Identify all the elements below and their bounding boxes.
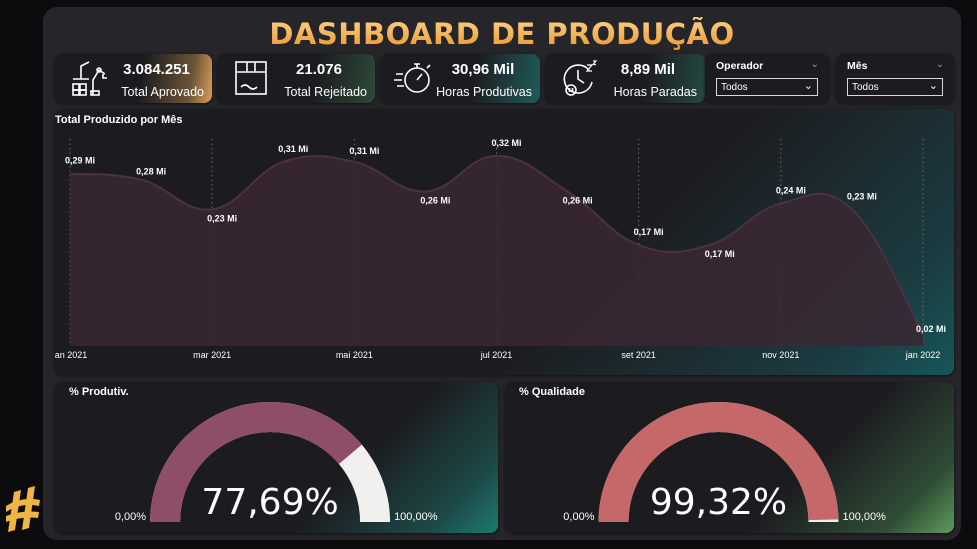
page-title: DASHBOARD DE PRODUÇÃO [43,17,961,51]
gauge-value: 77,69% [201,482,338,523]
kpi-label: Horas Produtivas [436,85,532,99]
data-point[interactable] [209,206,215,212]
filter-operador[interactable]: Operador ⌄ Todos ⌄ [705,54,829,103]
x-tick-label: jan 2021 [55,350,87,360]
gauge-qualidade[interactable]: % Qualidade 99,32% 0,00% 100,00% [505,382,954,533]
chevron-down-icon[interactable]: ⌄ [936,59,944,70]
data-label: 0,23 Mi [207,213,237,223]
brand-logo [6,486,40,532]
data-label: 0,32 Mi [491,138,521,148]
kpi-value: 3.084.251 [123,61,190,78]
data-label: 0,26 Mi [563,196,593,206]
kpi-horas-produtivas[interactable]: 30,96 Mil Horas Produtivas [380,54,540,103]
data-point[interactable] [636,242,642,248]
data-label: 0,17 Mi [634,227,664,237]
gauge-plot: 77,69% 0,00% 100,00% [115,401,438,523]
data-label: 0,28 Mi [136,167,166,177]
data-point[interactable] [707,242,713,248]
data-label: 0,23 Mi [847,191,877,201]
data-label: 0,24 Mi [776,185,806,195]
kpi-label: Total Aprovado [121,85,204,99]
data-point[interactable] [494,153,500,159]
x-tick-label: mai 2021 [336,350,373,360]
stopwatch-icon [394,63,431,93]
kpi-value: 30,96 Mil [451,61,515,78]
data-point[interactable] [422,189,428,195]
x-tick-label: nov 2021 [762,350,799,360]
x-tick-label: mar 2021 [193,350,231,360]
gauge-max-label: 100,00% [842,511,886,523]
data-label: 0,29 Mi [65,156,95,166]
kpi-label: Horas Paradas [613,85,697,99]
filter-operador-label: Operador [716,60,764,72]
x-tick-label: jul 2021 [480,350,513,360]
data-label: 0,26 Mi [420,196,450,206]
mes-dropdown[interactable]: Todos ⌄ [847,78,943,96]
data-point[interactable] [67,171,73,177]
filter-mes-label: Mês [847,60,868,72]
factory-robot-icon [72,61,107,96]
operador-selected-value: Todos [721,82,748,93]
kpi-value: 8,89 Mil [620,61,676,78]
gauge-max-label: 100,00% [394,511,438,523]
data-point[interactable] [778,200,784,206]
data-point[interactable] [138,177,144,183]
box-icon [235,61,267,95]
data-label: 0,31 Mi [278,144,308,154]
area-chart-plot[interactable]: 0,29 Mi 0,28 Mi 0,23 Mi 0,31 Mi 0,31 Mi 0,26 … [55,109,954,375]
data-point[interactable] [565,189,571,195]
data-point[interactable] [849,206,855,212]
gauge-min-label: 0,00% [563,511,594,523]
data-label: 0,02 Mi [916,324,946,334]
kpi-label: Total Rejeitado [284,85,367,99]
data-point[interactable] [280,159,286,165]
x-tick-label: jan 2022 [905,350,941,360]
chevron-down-icon[interactable]: ⌄ [811,59,819,70]
gauge-min-label: 0,00% [115,511,146,523]
filter-mes[interactable]: Mês ⌄ Todos ⌄ [836,54,954,103]
gauge-plot: 99,32% 0,00% 100,00% [563,401,886,523]
data-label: 0,17 Mi [705,249,735,259]
chart-total-produzido[interactable]: Total Produzido por Mês 0,29 Mi 0,28 Mi 0,… [55,109,954,375]
x-tick-label: set 2021 [621,350,656,360]
dropdown-arrow-icon[interactable]: ⌄ [929,79,938,92]
gauge-value: 99,32% [650,482,787,523]
kpi-total-rejeitado[interactable]: 21.076 Total Rejeitado [217,54,375,103]
clock-pause-icon [563,60,598,96]
data-point[interactable] [351,159,357,165]
operador-dropdown[interactable]: Todos ⌄ [716,78,818,96]
dropdown-arrow-icon[interactable]: ⌄ [804,79,813,92]
kpi-total-aprovado[interactable]: 3.084.251 Total Aprovado [55,54,212,103]
kpi-value: 21.076 [296,61,342,78]
kpi-horas-paradas[interactable]: 8,89 Mil Horas Paradas [545,54,705,103]
gauge-produtividade[interactable]: % Produtiv. 77,69% 0,00% 100,00% [55,382,498,533]
data-label: 0,31 Mi [349,146,379,156]
mes-selected-value: Todos [852,82,879,93]
area-fill [70,155,923,346]
